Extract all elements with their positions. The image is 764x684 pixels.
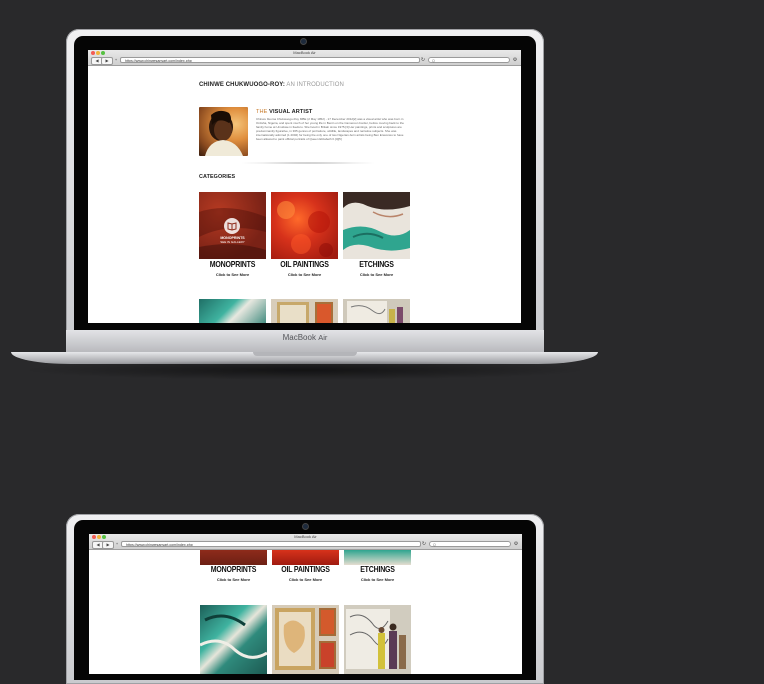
category-tile-etchings[interactable] <box>344 550 411 565</box>
gallery-tile-abstract[interactable] <box>200 605 267 674</box>
category-label-oil-paintings[interactable]: OIL PAINTINGS <box>272 566 339 574</box>
abstract-texture <box>200 614 267 659</box>
close-icon[interactable] <box>92 535 96 539</box>
category-label-etchings[interactable]: ETCHINGS <box>344 566 411 574</box>
camera-icon <box>303 524 308 529</box>
gallery-tile-framed[interactable] <box>272 605 339 674</box>
plus-icon: + <box>115 541 119 546</box>
category-sub-etchings[interactable]: Click to See More <box>344 577 411 582</box>
browser-window: MacBook Air ◀ ▶ + https://www.chinwesany… <box>89 534 522 674</box>
minimize-icon[interactable] <box>97 535 101 539</box>
browser-toolbar: MacBook Air ◀ ▶ + https://www.chinwesany… <box>89 534 522 550</box>
category-label-monoprints[interactable]: MONOPRINTS <box>200 566 267 574</box>
zoom-icon[interactable] <box>102 535 106 539</box>
category-tile-monoprints[interactable] <box>200 550 267 565</box>
reload-icon[interactable]: ↻ <box>420 541 428 547</box>
search-input[interactable]: Q <box>429 541 511 547</box>
exhibition-photo <box>346 609 406 669</box>
forward-icon: ▶ <box>106 542 110 547</box>
search-icon: Q <box>433 543 436 547</box>
framed-art <box>275 608 336 670</box>
settings-icon[interactable]: ⚙ <box>512 541 520 547</box>
new-tab-button[interactable]: + <box>114 541 120 547</box>
macbook-bottom: MacBook Air ◀ ▶ + https://www.chinwesany… <box>0 0 764 684</box>
forward-button[interactable]: ▶ <box>102 541 114 549</box>
category-sub-monoprints[interactable]: Click to See More <box>200 577 267 582</box>
category-tile-oil-paintings[interactable] <box>272 550 339 565</box>
gallery-tile-exhibition[interactable] <box>344 605 411 674</box>
address-bar[interactable]: https://www.chinwesanyart.com/index.php <box>121 541 421 547</box>
window-title: MacBook Air <box>294 534 317 539</box>
category-sub-oil-paintings[interactable]: Click to See More <box>272 577 339 582</box>
back-icon: ◀ <box>96 542 100 547</box>
